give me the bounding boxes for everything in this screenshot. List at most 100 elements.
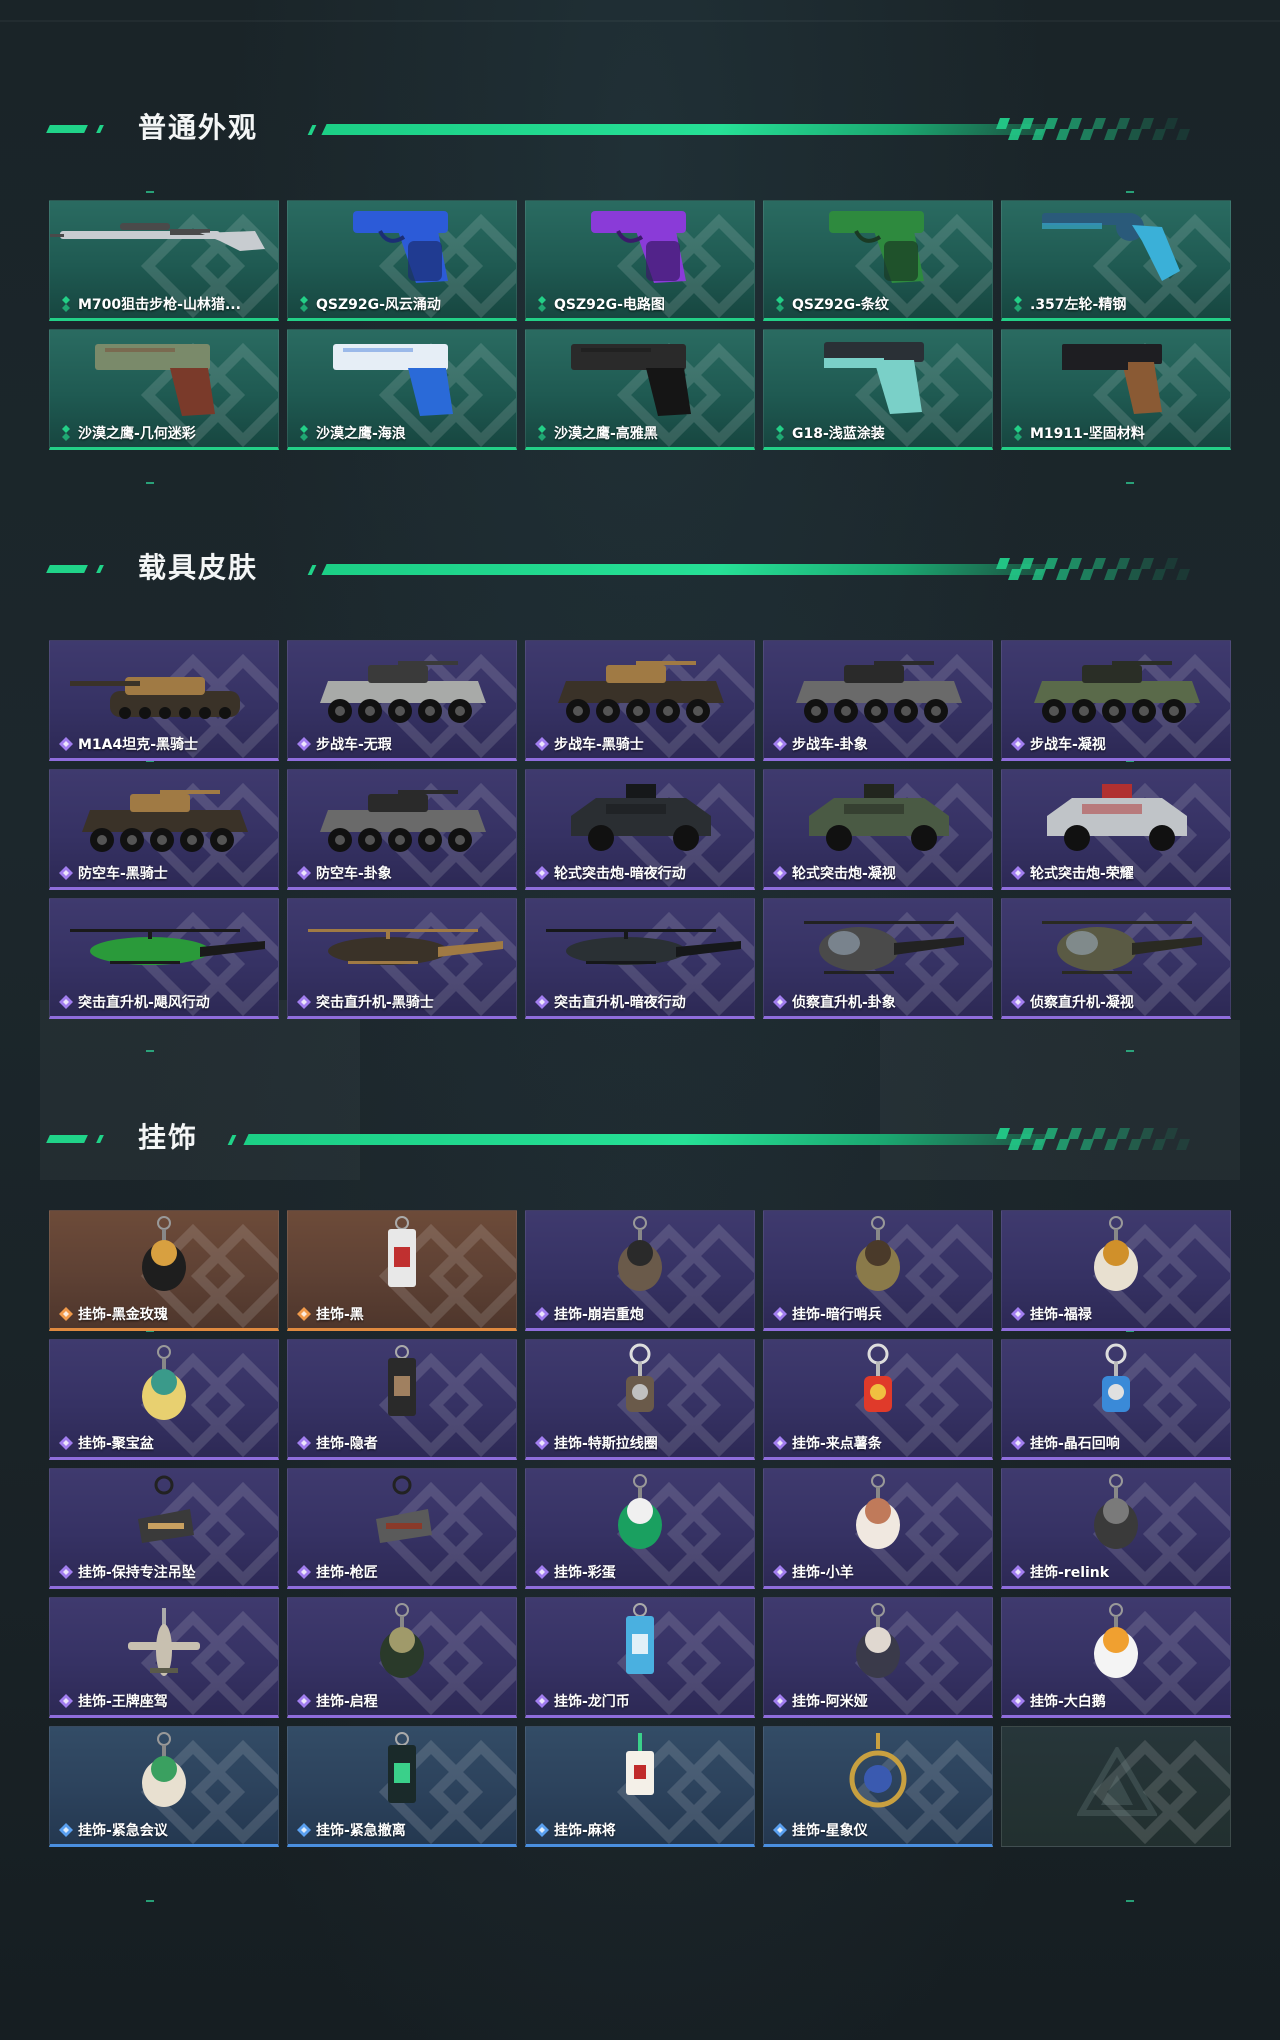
item-card[interactable]: .357左轮-精钢 — [1001, 200, 1231, 321]
item-card[interactable]: 挂饰-特斯拉线圈 — [525, 1339, 755, 1460]
rarity-icon — [776, 425, 784, 441]
item-card[interactable]: 突击直升机-飓风行动 — [49, 898, 279, 1019]
item-name: 突击直升机-黑骑士 — [316, 995, 434, 1011]
item-preview-image — [142, 1216, 186, 1291]
item-card[interactable]: 步战车-无瑕 — [287, 640, 517, 761]
item-card[interactable]: 挂饰-龙门币 — [525, 1597, 755, 1718]
item-preview-image — [1094, 1216, 1138, 1291]
rarity-icon — [535, 737, 549, 751]
item-card[interactable]: 挂饰-relink — [1001, 1468, 1231, 1589]
item-card[interactable]: 挂饰-枪匠 — [287, 1468, 517, 1589]
item-card[interactable]: 挂饰-阿米娅 — [763, 1597, 993, 1718]
item-card[interactable]: 防空车-黑骑士 — [49, 769, 279, 890]
item-card[interactable]: 挂饰-保持专注吊坠 — [49, 1468, 279, 1589]
vehicle-skins-grid: M1A4坦克-黑骑士 步战车-无瑕 步战车-黑骑士 步战车-卦象 步战车-凝视防空车-黑… — [49, 640, 1231, 1019]
item-preview-image — [571, 784, 711, 851]
item-label-row: 沙漠之鹰-几何迷彩 — [58, 423, 196, 443]
header-checker-pattern — [996, 118, 1190, 140]
item-card[interactable]: 突击直升机-黑骑士 — [287, 898, 517, 1019]
item-card[interactable]: 挂饰-麻将 — [525, 1726, 755, 1847]
item-preview-image — [388, 1216, 416, 1287]
item-preview-image — [1042, 921, 1202, 974]
item-card[interactable]: 挂饰-晶石回响 — [1001, 1339, 1231, 1460]
rarity-icon — [773, 1436, 787, 1450]
item-card[interactable]: 挂饰-紧急撤离 — [287, 1726, 517, 1847]
item-card[interactable]: 沙漠之鹰-几何迷彩 — [49, 329, 279, 450]
item-name: 轮式突击炮-凝视 — [792, 866, 896, 882]
item-card[interactable]: 挂饰-黑金玫瑰 — [49, 1210, 279, 1331]
rarity-icon — [297, 1436, 311, 1450]
item-card[interactable]: 挂饰-启程 — [287, 1597, 517, 1718]
item-preview-image — [1102, 1343, 1130, 1412]
item-preview-image — [50, 223, 265, 251]
item-card[interactable]: 侦察直升机-卦象 — [763, 898, 993, 1019]
item-label-row: 挂饰-彩蛋 — [534, 1562, 616, 1582]
item-card[interactable]: QSZ92G-条纹 — [763, 200, 993, 321]
item-card[interactable]: 挂饰-王牌座驾 — [49, 1597, 279, 1718]
item-label-row: 突击直升机-暗夜行动 — [534, 992, 686, 1012]
item-card[interactable]: QSZ92G-电路图 — [525, 200, 755, 321]
item-card[interactable]: 沙漠之鹰-海浪 — [287, 329, 517, 450]
rarity-icon — [538, 296, 546, 312]
rarity-icon — [535, 995, 549, 1009]
item-preview-image — [1094, 1474, 1138, 1549]
item-name: QSZ92G-风云涌动 — [316, 297, 441, 313]
item-label-row: 挂饰-紧急会议 — [58, 1820, 168, 1840]
item-card[interactable]: 挂饰-黑 — [287, 1210, 517, 1331]
item-card[interactable]: 轮式突击炮-凝视 — [763, 769, 993, 890]
item-preview-image — [1062, 344, 1162, 414]
item-name: 挂饰-大白鹅 — [1030, 1694, 1106, 1710]
item-label-row: 挂饰-晶石回响 — [1010, 1433, 1120, 1453]
item-card[interactable]: 挂饰-紧急会议 — [49, 1726, 279, 1847]
rarity-icon — [535, 1565, 549, 1579]
header-accent-tick — [307, 125, 317, 135]
item-preview-image — [128, 1608, 200, 1676]
item-label-row: G18-浅蓝涂装 — [772, 423, 885, 443]
item-preview-image — [376, 1475, 432, 1543]
item-card[interactable]: 挂饰-小羊 — [763, 1468, 993, 1589]
item-card[interactable]: 突击直升机-暗夜行动 — [525, 898, 755, 1019]
item-card[interactable]: 挂饰-隐者 — [287, 1339, 517, 1460]
item-card[interactable]: 步战车-凝视 — [1001, 640, 1231, 761]
rarity-icon — [773, 1307, 787, 1321]
item-card[interactable]: 挂饰-来点薯条 — [763, 1339, 993, 1460]
item-preview-image — [558, 661, 724, 723]
item-preview-image — [388, 1732, 416, 1803]
item-card[interactable]: 轮式突击炮-暗夜行动 — [525, 769, 755, 890]
item-preview-image — [138, 1475, 194, 1543]
item-label-row: 防空车-黑骑士 — [58, 863, 168, 883]
item-card[interactable]: 步战车-卦象 — [763, 640, 993, 761]
item-card[interactable]: 挂饰-暗行哨兵 — [763, 1210, 993, 1331]
item-card[interactable]: 挂饰-福禄 — [1001, 1210, 1231, 1331]
item-label-row: 轮式突击炮-凝视 — [772, 863, 896, 883]
item-card[interactable]: 防空车-卦象 — [287, 769, 517, 890]
item-card[interactable]: 挂饰-聚宝盆 — [49, 1339, 279, 1460]
item-card[interactable]: 沙漠之鹰-高雅黑 — [525, 329, 755, 450]
item-card[interactable]: 挂饰-大白鹅 — [1001, 1597, 1231, 1718]
item-card[interactable]: 步战车-黑骑士 — [525, 640, 755, 761]
item-card[interactable]: M1911-坚固材料 — [1001, 329, 1231, 450]
item-name: 侦察直升机-卦象 — [792, 995, 896, 1011]
item-card[interactable]: 挂饰-彩蛋 — [525, 1468, 755, 1589]
item-card[interactable]: G18-浅蓝涂装 — [763, 329, 993, 450]
item-card[interactable]: 挂饰-崩岩重炮 — [525, 1210, 755, 1331]
item-name: 挂饰-特斯拉线圈 — [554, 1436, 658, 1452]
item-name: 挂饰-relink — [1030, 1565, 1110, 1581]
rarity-icon — [297, 1823, 311, 1837]
item-label-row: 突击直升机-飓风行动 — [58, 992, 210, 1012]
item-card[interactable]: QSZ92G-风云涌动 — [287, 200, 517, 321]
item-card[interactable]: M1A4坦克-黑骑士 — [49, 640, 279, 761]
item-label-row: 突击直升机-黑骑士 — [296, 992, 434, 1012]
item-card[interactable]: M700狙击步枪-山林猎... — [49, 200, 279, 321]
item-preview-image — [849, 1733, 907, 1808]
item-label-row: 侦察直升机-卦象 — [772, 992, 896, 1012]
item-card[interactable]: 挂饰-星象仪 — [763, 1726, 993, 1847]
item-name: G18-浅蓝涂装 — [792, 426, 885, 442]
item-preview-image — [809, 784, 949, 851]
item-name: 步战车-无瑕 — [316, 737, 392, 753]
item-card[interactable]: 轮式突击炮-荣耀 — [1001, 769, 1231, 890]
item-card[interactable]: 侦察直升机-凝视 — [1001, 898, 1231, 1019]
rarity-icon — [59, 995, 73, 1009]
item-preview-image — [308, 929, 503, 965]
header-progress-bar — [321, 124, 1047, 135]
